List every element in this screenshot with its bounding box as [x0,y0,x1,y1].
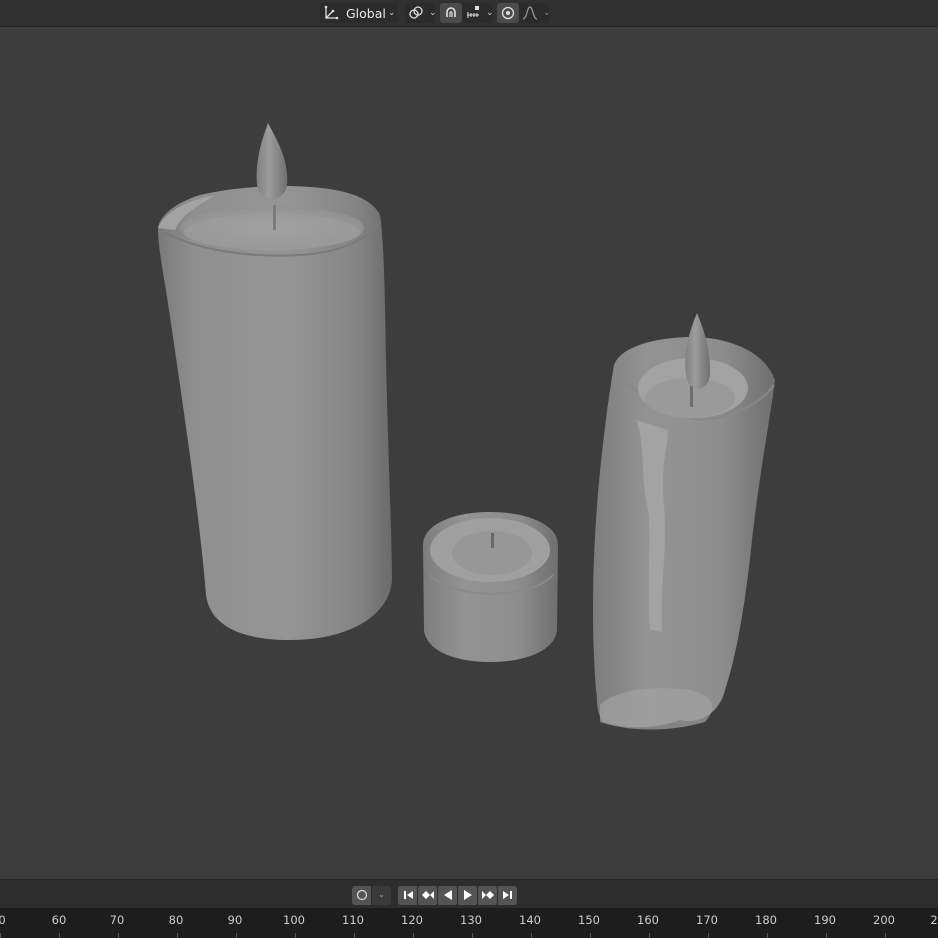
snapping-controls: ⌄ [440,3,494,23]
frame-tick-label: 150 [578,913,600,927]
frame-tick-mark [295,933,296,938]
keyframe-record-toggle[interactable]: ⌄ [352,885,392,905]
chevron-down-icon[interactable]: ⌄ [372,885,391,905]
frame-tick-mark [59,933,60,938]
chevron-down-icon: ⌄ [429,8,437,18]
pivot-point-dropdown[interactable]: ⌄ [405,3,437,23]
frame-tick-label: 100 [283,913,305,927]
timeline-header: ⌄ [0,879,938,909]
frame-tick-label: 140 [519,913,541,927]
snap-increment-icon[interactable] [462,3,484,23]
play-icon[interactable] [458,885,477,905]
frame-tick-mark [767,933,768,938]
3d-viewport[interactable] [0,27,938,878]
frame-tick-mark [177,933,178,938]
frame-tick-mark [708,933,709,938]
frame-tick-mark [236,933,237,938]
frame-tick-label: 200 [873,913,895,927]
frame-tick-mark [885,933,886,938]
melted-candle[interactable] [593,313,775,730]
frame-tick-mark [531,933,532,938]
jump-end-icon[interactable] [498,885,517,905]
tall-candle[interactable] [158,123,392,640]
snap-magnet-icon[interactable] [440,3,462,23]
viewport-header: Global ⌄ ⌄ ⌄ ⌄ [0,0,938,27]
next-keyframe-icon[interactable] [478,885,497,905]
transform-orientation-label: Global [346,5,386,21]
frame-tick-label: 80 [168,913,184,927]
falloff-curve-icon[interactable] [519,3,541,23]
viewport-scene [158,123,775,730]
play-reverse-icon[interactable] [438,885,457,905]
frame-tick-label: 90 [227,913,243,927]
frame-tick-label: 0 [0,913,6,927]
prev-keyframe-icon[interactable] [418,885,437,905]
playback-controls [398,885,518,905]
frame-ruler[interactable]: 0 60 70 80 90 100 110 120 130 140 150 16… [0,908,938,938]
frame-tick-label: 190 [814,913,836,927]
proportional-editing-controls: ⌄ [497,3,551,23]
frame-tick-mark [590,933,591,938]
frame-tick-label: 70 [109,913,125,927]
frame-tick-mark [413,933,414,938]
transform-orientation-icon [320,3,342,23]
jump-start-icon[interactable] [398,885,417,905]
chevron-down-icon: ⌄ [387,8,396,18]
frame-tick-mark [472,933,473,938]
frame-tick-mark [0,933,1,938]
frame-tick-label: 130 [460,913,482,927]
frame-tick-label: 60 [51,913,67,927]
frame-tick-label: 110 [342,913,364,927]
chevron-down-icon[interactable]: ⌄ [543,8,551,18]
pivot-point-icon [405,3,427,23]
frame-tick-label: 180 [755,913,777,927]
frame-tick-label: 170 [696,913,718,927]
proportional-editing-icon[interactable] [497,3,519,23]
frame-tick-label: 120 [401,913,423,927]
frame-tick-label: 160 [637,913,659,927]
record-circle-icon[interactable] [352,885,371,905]
frame-tick-mark [118,933,119,938]
chevron-down-icon[interactable]: ⌄ [486,8,494,18]
frame-tick-mark [826,933,827,938]
frame-tick-mark [354,933,355,938]
transform-orientation-dropdown[interactable]: Global ⌄ [320,3,398,23]
frame-tick-mark [649,933,650,938]
frame-tick-label: 2 [930,913,938,927]
small-tea-candle[interactable] [423,512,558,662]
